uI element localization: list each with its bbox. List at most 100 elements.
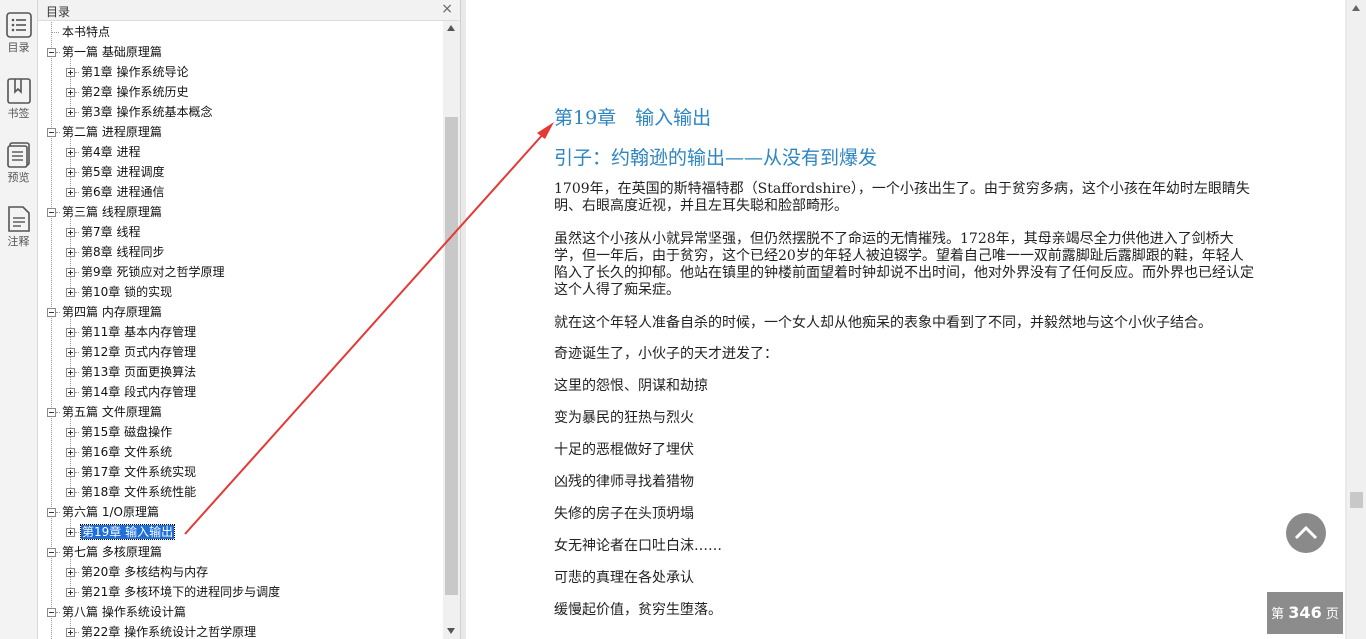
toc-chapter-item[interactable]: 第16章 文件系统 bbox=[81, 442, 172, 462]
toc-item-label: 第13章 页面更换算法 bbox=[81, 365, 197, 379]
expand-icon[interactable] bbox=[66, 248, 75, 257]
preview-icon bbox=[6, 142, 30, 168]
toc-chapter-item[interactable]: 第20章 多核结构与内存 bbox=[81, 562, 208, 582]
toc-part-item[interactable]: 第四篇 内存原理篇 bbox=[62, 302, 162, 322]
toc-item-label: 第21章 多核环境下的进程同步与调度 bbox=[81, 585, 281, 599]
expand-icon[interactable] bbox=[66, 148, 75, 157]
expand-icon[interactable] bbox=[66, 488, 75, 497]
scroll-thumb[interactable] bbox=[1350, 492, 1363, 508]
expand-icon[interactable] bbox=[66, 388, 75, 397]
expand-icon[interactable] bbox=[66, 88, 75, 97]
expand-icon[interactable] bbox=[66, 328, 75, 337]
poem-line: 女无神论者在口吐白沫…… bbox=[554, 538, 722, 554]
tree-connector bbox=[75, 252, 79, 253]
toc-chapter-item[interactable]: 第19章 输入输出 bbox=[79, 522, 176, 542]
rail-item-toc[interactable]: 目录 bbox=[0, 0, 37, 60]
tree-connector bbox=[75, 272, 79, 273]
expand-icon[interactable] bbox=[66, 368, 75, 377]
toc-item-label: 第四篇 内存原理篇 bbox=[62, 305, 162, 319]
expand-icon[interactable] bbox=[66, 188, 75, 197]
expand-icon[interactable] bbox=[66, 68, 75, 77]
toc-chapter-item[interactable]: 第8章 线程同步 bbox=[81, 242, 164, 262]
scroll-down-icon[interactable] bbox=[447, 628, 455, 634]
toc-item-label: 第6章 进程通信 bbox=[81, 185, 165, 199]
toc-part-item[interactable]: 第一篇 基础原理篇 bbox=[62, 42, 162, 62]
expand-icon[interactable] bbox=[66, 628, 75, 637]
toc-chapter-item[interactable]: 第12章 页式内存管理 bbox=[81, 342, 196, 362]
expand-icon[interactable] bbox=[66, 168, 75, 177]
tree-connector bbox=[75, 352, 79, 353]
collapse-icon[interactable] bbox=[47, 128, 56, 137]
toc-item-label: 第8章 线程同步 bbox=[81, 245, 165, 259]
toc-chapter-item[interactable]: 第14章 段式内存管理 bbox=[81, 382, 196, 402]
close-icon[interactable]: × bbox=[441, 1, 453, 17]
toc-chapter-item[interactable]: 第13章 页面更换算法 bbox=[81, 362, 196, 382]
toc-chapter-item[interactable]: 第15章 磁盘操作 bbox=[81, 422, 172, 442]
toc-part-item[interactable]: 第五篇 文件原理篇 bbox=[62, 402, 162, 422]
rail-item-bookmarks[interactable]: 书签 bbox=[0, 66, 37, 126]
expand-icon[interactable] bbox=[66, 228, 75, 237]
scroll-up-icon[interactable] bbox=[1352, 5, 1360, 11]
rail-item-preview[interactable]: 预览 bbox=[0, 130, 37, 190]
toc-chapter-item[interactable]: 第9章 死锁应对之哲学原理 bbox=[81, 262, 224, 282]
poem-line: 可悲的真理在各处承认 bbox=[554, 570, 694, 586]
expand-icon[interactable] bbox=[66, 448, 75, 457]
toc-chapter-item[interactable]: 第17章 文件系统实现 bbox=[81, 462, 196, 482]
rail-item-notes[interactable]: 注释 bbox=[0, 194, 37, 254]
expand-icon[interactable] bbox=[66, 268, 75, 277]
tree-connector bbox=[70, 137, 71, 192]
collapse-icon[interactable] bbox=[47, 548, 56, 557]
expand-icon[interactable] bbox=[66, 348, 75, 357]
toc-chapter-item[interactable]: 第4章 进程 bbox=[81, 142, 140, 162]
list-icon bbox=[5, 12, 32, 38]
scroll-thumb[interactable] bbox=[445, 117, 458, 595]
toc-chapter-item[interactable]: 第5章 进程调度 bbox=[81, 162, 164, 182]
collapse-icon[interactable] bbox=[47, 308, 56, 317]
expand-icon[interactable] bbox=[66, 588, 75, 597]
paragraph: 虽然这个小孩从小就异常坚强，但仍然摆脱不了命运的无情摧残。1728年，其母亲竭尽… bbox=[554, 231, 1254, 298]
toc-part-item[interactable]: 第八篇 操作系统设计篇 bbox=[62, 602, 186, 622]
expand-icon[interactable] bbox=[66, 468, 75, 477]
tree-connector bbox=[75, 592, 79, 593]
document-scrollbar[interactable] bbox=[1347, 0, 1366, 639]
tree-connector bbox=[75, 172, 79, 173]
tree-connector bbox=[70, 57, 71, 112]
toc-part-item[interactable]: 第六篇 1/O原理篇 bbox=[62, 502, 159, 522]
toc-chapter-item[interactable]: 第6章 进程通信 bbox=[81, 182, 164, 202]
toc-part-item[interactable]: 本书特点 bbox=[62, 22, 110, 42]
toc-item-label: 第二篇 进程原理篇 bbox=[62, 125, 162, 139]
collapse-icon[interactable] bbox=[47, 408, 56, 417]
toc-part-item[interactable]: 第二篇 进程原理篇 bbox=[62, 122, 162, 142]
toc-scrollbar[interactable] bbox=[443, 21, 460, 639]
toc-chapter-item[interactable]: 第1章 操作系统导论 bbox=[81, 62, 188, 82]
tree-connector bbox=[56, 612, 60, 613]
scroll-up-icon[interactable] bbox=[447, 25, 455, 31]
toc-chapter-item[interactable]: 第22章 操作系统设计之哲学原理 bbox=[81, 622, 256, 639]
collapse-icon[interactable] bbox=[47, 48, 56, 57]
expand-icon[interactable] bbox=[66, 288, 75, 297]
toc-item-label: 第22章 操作系统设计之哲学原理 bbox=[81, 625, 257, 639]
expand-icon[interactable] bbox=[66, 568, 75, 577]
toc-chapter-item[interactable]: 第7章 线程 bbox=[81, 222, 140, 242]
paragraph: 奇迹诞生了，小伙子的天才迸发了： bbox=[554, 346, 778, 362]
poem-line: 十足的恶棍做好了埋伏 bbox=[554, 442, 694, 458]
tree-connector bbox=[56, 52, 60, 53]
expand-icon[interactable] bbox=[66, 428, 75, 437]
toc-chapter-item[interactable]: 第3章 操作系统基本概念 bbox=[81, 102, 212, 122]
collapse-icon[interactable] bbox=[47, 608, 56, 617]
tree-connector bbox=[56, 212, 60, 213]
toc-chapter-item[interactable]: 第10章 锁的实现 bbox=[81, 282, 172, 302]
toc-chapter-item[interactable]: 第2章 操作系统历史 bbox=[81, 82, 188, 102]
collapse-icon[interactable] bbox=[47, 208, 56, 217]
toc-part-item[interactable]: 第三篇 线程原理篇 bbox=[62, 202, 162, 222]
expand-icon[interactable] bbox=[66, 528, 75, 537]
toc-chapter-item[interactable]: 第18章 文件系统性能 bbox=[81, 482, 196, 502]
toc-chapter-item[interactable]: 第11章 基本内存管理 bbox=[81, 322, 196, 342]
back-to-top-button[interactable] bbox=[1286, 513, 1326, 553]
expand-icon[interactable] bbox=[66, 108, 75, 117]
collapse-icon[interactable] bbox=[47, 508, 56, 517]
toc-chapter-item[interactable]: 第21章 多核环境下的进程同步与调度 bbox=[81, 582, 280, 602]
tree-connector bbox=[56, 132, 60, 133]
toc-part-item[interactable]: 第七篇 多核原理篇 bbox=[62, 542, 162, 562]
toc-item-label: 第19章 输入输出 bbox=[79, 524, 176, 540]
